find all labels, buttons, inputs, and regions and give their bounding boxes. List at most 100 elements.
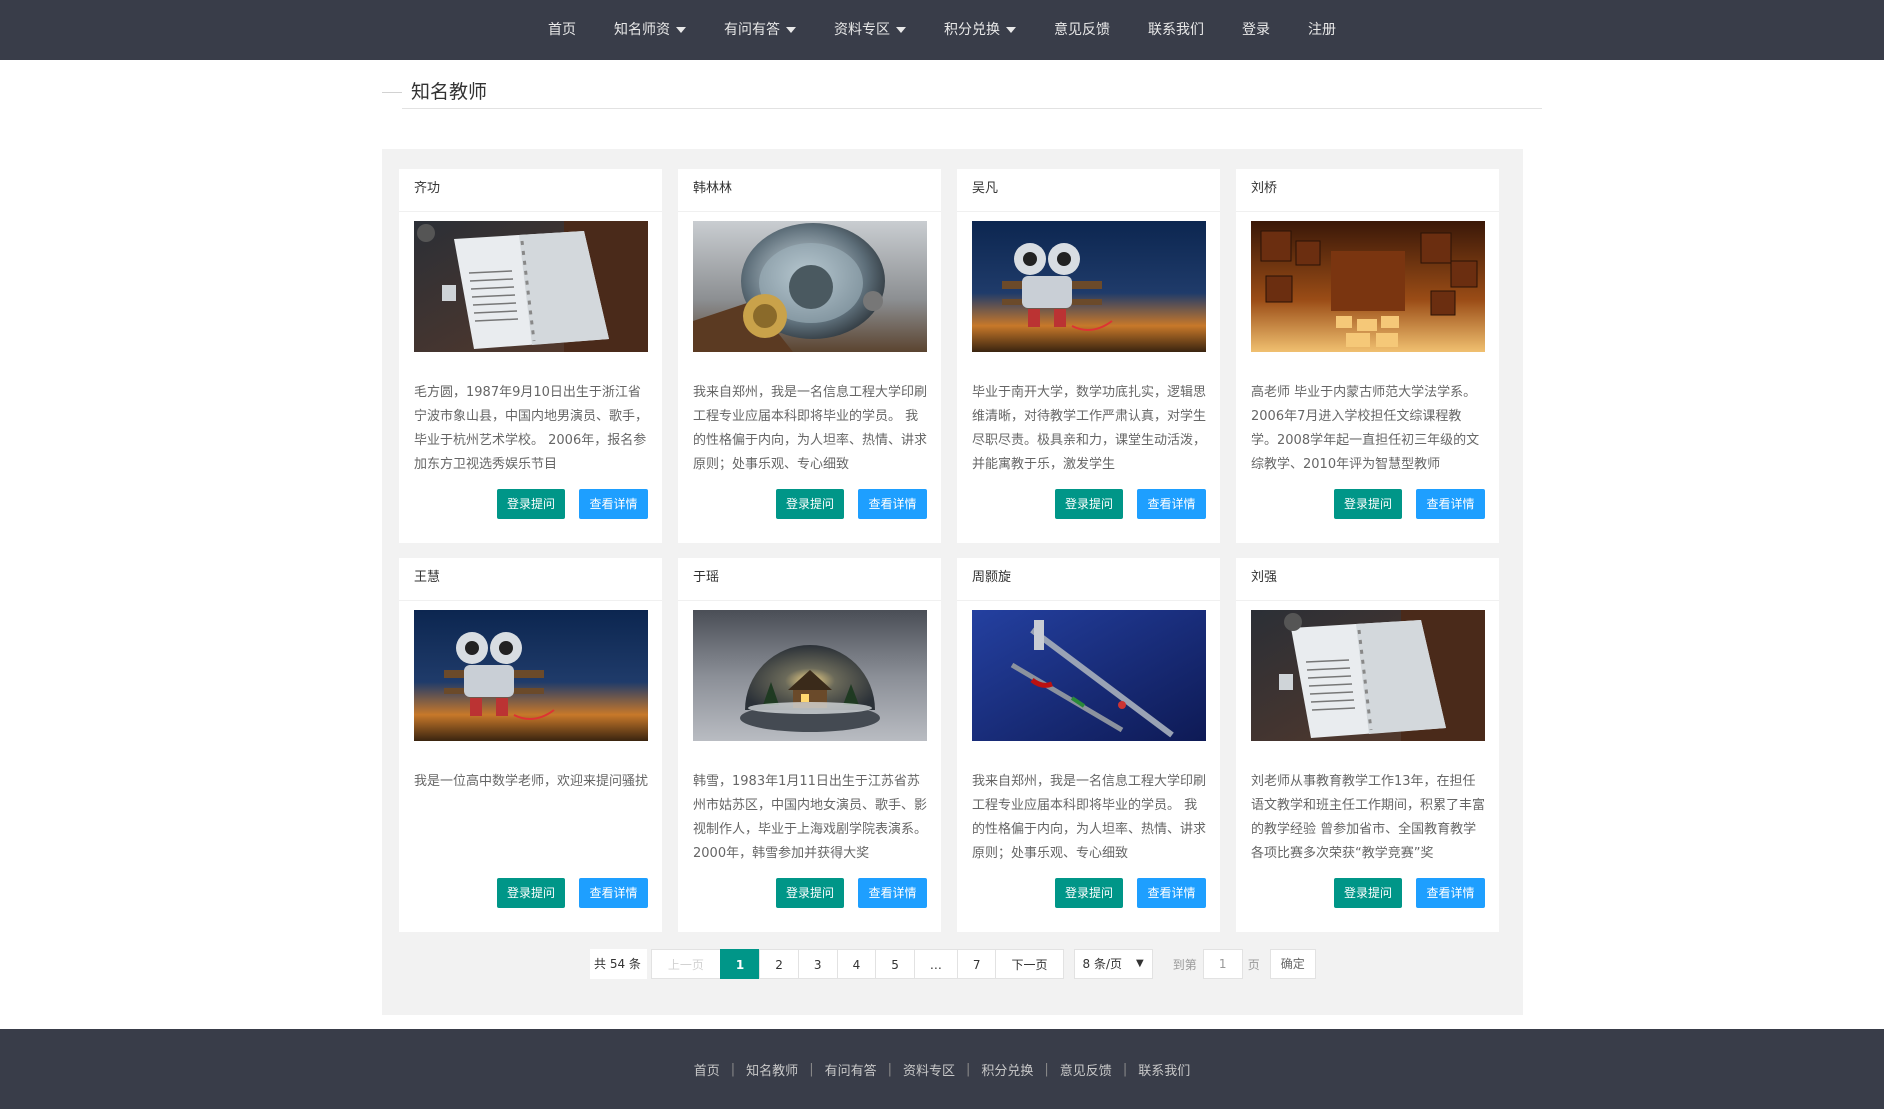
footer-separator: |	[1044, 1061, 1049, 1077]
jump-label: 到第	[1172, 957, 1197, 972]
caret-down-icon	[896, 27, 906, 33]
view-detail-button[interactable]: 查看详情	[579, 878, 648, 908]
teacher-name: 吴凡	[972, 181, 999, 196]
caret-down-icon	[786, 27, 796, 33]
card-divider	[1236, 211, 1499, 212]
teacher-photo-notebook	[414, 221, 648, 352]
teacher-name: 于瑶	[693, 570, 720, 585]
login-ask-button[interactable]: 登录提问	[1334, 489, 1402, 519]
login-ask-button[interactable]: 登录提问	[1334, 878, 1402, 908]
teacher-photo-snowglobe	[693, 610, 927, 741]
teacher-photo-cubes	[1251, 221, 1485, 352]
next-page-button[interactable]: 下一页	[995, 949, 1064, 979]
card-divider	[399, 600, 662, 601]
footer-link-qa[interactable]: 有问有答	[825, 1060, 877, 1079]
page-number-input[interactable]: 1	[1202, 949, 1243, 979]
nav-item-register[interactable]: 注册	[1289, 0, 1355, 60]
view-detail-button[interactable]: 查看详情	[1137, 489, 1206, 519]
teacher-card: 刘桥 高老师 毕业于内蒙古师范大学法学系。2006年7月进入学校担任文综课程教学…	[1236, 169, 1499, 543]
teacher-description: 我来自郑州，我是一名信息工程大学印刷工程专业应届本科即将毕业的学员。 我的性格偏…	[693, 385, 927, 472]
teacher-description: 我来自郑州，我是一名信息工程大学印刷工程专业应届本科即将毕业的学员。 我的性格偏…	[972, 774, 1206, 861]
footer-link-contact[interactable]: 联系我们	[1138, 1060, 1190, 1079]
teacher-card: 吴凡 毕业于南开大学，数学功底扎实，逻辑思维清晰，对待教学工作严肃认真，对学生尽…	[957, 169, 1220, 543]
card-divider	[1236, 600, 1499, 601]
teacher-photo-robots	[972, 221, 1206, 352]
total-count: 共 54 条	[590, 949, 647, 979]
footer: 首页 | 知名教师 | 有问有答 | 资料专区 | 积分兑换 | 意见反馈 | …	[0, 1029, 1884, 1109]
page-button-4[interactable]: 4	[836, 949, 877, 979]
view-detail-button[interactable]: 查看详情	[1416, 878, 1485, 908]
page-button-3[interactable]: 3	[797, 949, 838, 979]
nav-item-label: 有问有答	[724, 22, 780, 38]
caret-down-icon	[676, 27, 686, 33]
footer-link-resources[interactable]: 资料专区	[903, 1060, 955, 1079]
view-detail-button[interactable]: 查看详情	[858, 489, 927, 519]
login-ask-button[interactable]: 登录提问	[776, 489, 844, 519]
page-size-select[interactable]: 8 条/页 ▼	[1073, 949, 1153, 979]
section-dash	[382, 92, 402, 93]
view-detail-button[interactable]: 查看详情	[858, 878, 927, 908]
page-button-1[interactable]: 1	[719, 949, 761, 979]
top-nav: 首页 知名师资 有问有答 资料专区 积分兑换 意见反馈 联系我们 登录 注册	[0, 0, 1884, 60]
page-button-7[interactable]: 7	[956, 949, 997, 979]
nav-item-resources[interactable]: 资料专区	[815, 0, 925, 60]
caret-down-icon	[1006, 27, 1016, 33]
view-detail-button[interactable]: 查看详情	[1416, 489, 1485, 519]
dropdown-arrow-icon: ▼	[1136, 958, 1144, 969]
teacher-name: 刘强	[1251, 570, 1278, 585]
page-ellipsis: …	[913, 949, 958, 979]
nav-item-feedback[interactable]: 意见反馈	[1035, 0, 1129, 60]
teacher-photo-robots	[414, 610, 648, 741]
footer-link-teachers[interactable]: 知名教师	[746, 1060, 798, 1079]
page-size-value: 8 条/页	[1082, 957, 1123, 971]
login-ask-button[interactable]: 登录提问	[1055, 489, 1123, 519]
card-divider	[678, 211, 941, 212]
nav-item-contact[interactable]: 联系我们	[1129, 0, 1223, 60]
page-button-5[interactable]: 5	[875, 949, 915, 979]
nav-item-home[interactable]: 首页	[529, 0, 595, 60]
section-header: 知名教师	[382, 80, 1542, 110]
nav-item-label: 登录	[1242, 22, 1270, 38]
nav-item-login[interactable]: 登录	[1223, 0, 1289, 60]
login-ask-button[interactable]: 登录提问	[497, 878, 565, 908]
page-button-2[interactable]: 2	[759, 949, 799, 979]
jump-confirm-button[interactable]: 确定	[1269, 949, 1316, 979]
footer-separator: |	[1122, 1061, 1128, 1077]
teacher-description: 高老师 毕业于内蒙古师范大学法学系。2006年7月进入学校担任文综课程教学。20…	[1251, 385, 1480, 472]
view-detail-button[interactable]: 查看详情	[579, 489, 648, 519]
nav-item-label: 联系我们	[1148, 22, 1204, 38]
nav-item-qa[interactable]: 有问有答	[705, 0, 815, 60]
login-ask-button[interactable]: 登录提问	[497, 489, 565, 519]
login-ask-button[interactable]: 登录提问	[1055, 878, 1123, 908]
teacher-description: 韩雪，1983年1月11日出生于江苏省苏州市姑苏区，中国内地女演员、歌手、影视制…	[693, 774, 927, 861]
page-jump: 到第 1 页 确定	[1173, 949, 1316, 979]
footer-separator: |	[809, 1061, 814, 1077]
teacher-name: 韩林林	[693, 181, 733, 196]
teacher-description: 刘老师从事教育教学工作13年，在担任语文教学和班主任工作期间，积累了丰富的教学经…	[1251, 774, 1485, 861]
card-divider	[399, 211, 662, 212]
footer-separator: |	[966, 1061, 971, 1077]
prev-page-button[interactable]: 上一页	[650, 949, 721, 979]
teacher-photo-syringe	[972, 610, 1206, 741]
teacher-description: 毛方圆，1987年9月10日出生于浙江省宁波市象山县，中国内地男演员、歌手，毕业…	[414, 385, 648, 472]
nav-item-points[interactable]: 积分兑换	[925, 0, 1035, 60]
teacher-name: 刘桥	[1251, 181, 1278, 196]
page-unit-label: 页	[1247, 957, 1260, 972]
nav-item-label: 注册	[1308, 22, 1336, 38]
teacher-description: 毕业于南开大学，数学功底扎实，逻辑思维清晰，对待教学工作严肃认真，对学生尽职尽责…	[972, 385, 1206, 472]
card-divider	[957, 211, 1220, 212]
teacher-name: 王慧	[414, 570, 441, 585]
teacher-card: 刘强 刘老师从事教育教学工作13年，在担任语文教学和班主任工作期间，积累了丰富的…	[1236, 558, 1499, 932]
footer-link-home[interactable]: 首页	[694, 1060, 720, 1079]
footer-separator: |	[730, 1061, 736, 1077]
card-divider	[957, 600, 1220, 601]
footer-link-points[interactable]: 积分兑换	[981, 1060, 1033, 1079]
login-ask-button[interactable]: 登录提问	[776, 878, 844, 908]
view-detail-button[interactable]: 查看详情	[1137, 878, 1206, 908]
nav-item-label: 首页	[548, 22, 576, 38]
teacher-card: 于瑶 韩雪，1983年1月11日出生于江苏省苏州市姑苏区，中国内地女演员、歌手、…	[678, 558, 941, 932]
footer-link-feedback[interactable]: 意见反馈	[1060, 1060, 1112, 1079]
nav-item-teachers[interactable]: 知名师资	[595, 0, 705, 60]
nav-item-label: 积分兑换	[944, 22, 1000, 38]
teacher-card: 韩林林 我来自郑州，我是一名信息工程大学印刷工程专业应届本科即将毕业的学员。 我…	[678, 169, 941, 543]
